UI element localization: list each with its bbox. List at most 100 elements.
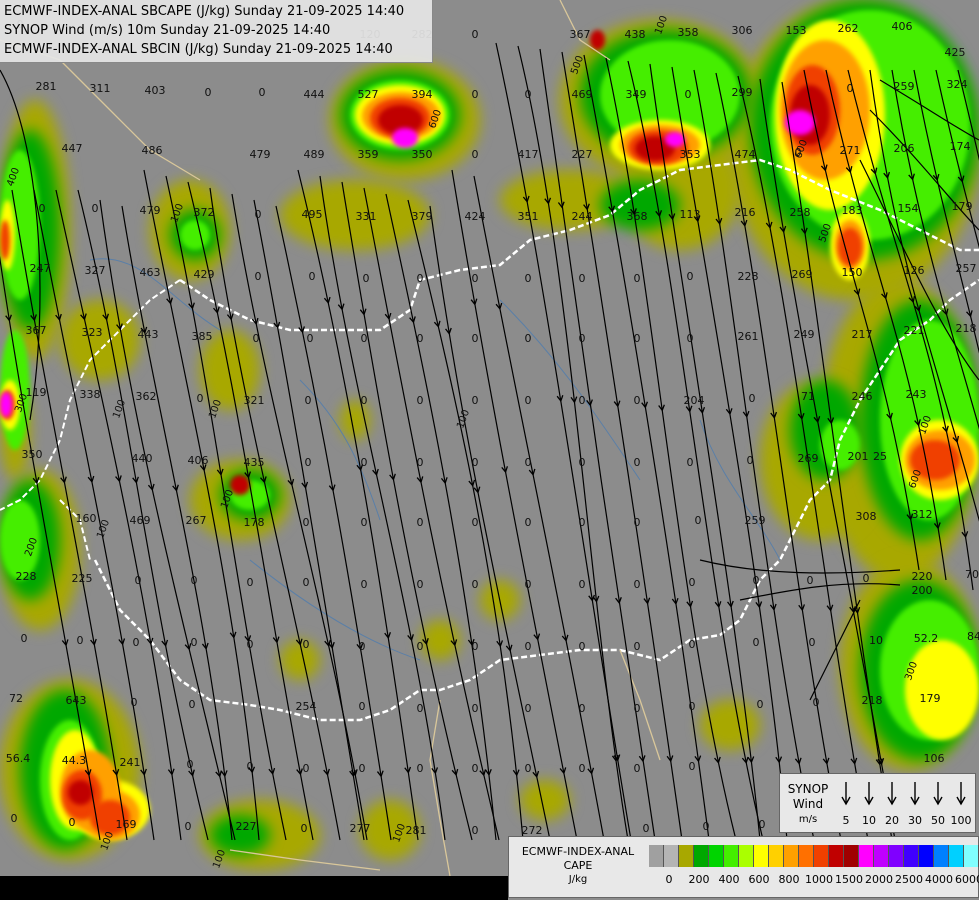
- cin-label: 0: [579, 272, 586, 285]
- cin-label: 0: [634, 640, 641, 653]
- cin-label: 0: [417, 394, 424, 407]
- cin-label: 353: [680, 148, 701, 161]
- cin-label: 479: [250, 148, 271, 161]
- wind-legend-subtitle: Wind: [792, 797, 824, 811]
- wind-legend-value: 20: [885, 814, 899, 827]
- cape-color-swatch: [649, 845, 664, 867]
- cin-label: 228: [16, 570, 37, 583]
- cin-label: 257: [956, 262, 977, 275]
- title-wind: SYNOP Wind (m/s) 10m Sunday 21-09-2025 1…: [4, 23, 331, 38]
- cin-label: 0: [813, 696, 820, 709]
- cin-label: 443: [138, 328, 159, 341]
- cin-label: 179: [952, 200, 973, 213]
- wind-arrow-icon: [887, 782, 897, 806]
- cin-label: 495: [302, 208, 323, 221]
- cin-label: 0: [634, 578, 641, 591]
- cin-label: 0: [259, 86, 266, 99]
- cape-color-swatch: [724, 845, 739, 867]
- cape-color-swatch: [814, 845, 829, 867]
- cin-label: 106: [924, 752, 945, 765]
- cin-label: 241: [120, 756, 141, 769]
- cin-label: 362: [136, 390, 157, 403]
- cin-label: 0: [472, 332, 479, 345]
- cin-label: 269: [798, 452, 819, 465]
- cape-color-swatch: [874, 845, 889, 867]
- wind-arrow-icon: [864, 782, 874, 806]
- cin-label: 0: [809, 636, 816, 649]
- cape-color-swatch: [889, 845, 904, 867]
- cin-label: 56.4: [6, 752, 31, 765]
- cin-label: 281: [36, 80, 57, 93]
- cin-label: 0: [303, 516, 310, 529]
- cin-label: 0: [525, 394, 532, 407]
- cin-label: 0: [255, 270, 262, 283]
- cin-label: 444: [304, 88, 325, 101]
- cin-label: 447: [62, 142, 83, 155]
- cin-label: 0: [689, 700, 696, 713]
- cin-label: 0: [303, 762, 310, 775]
- cin-label: 72: [9, 692, 23, 705]
- wind-legend-value: 5: [843, 814, 850, 827]
- cin-label: 0: [759, 818, 766, 831]
- cin-label: 429: [194, 268, 215, 281]
- wind-legend-value: 50: [931, 814, 945, 827]
- cin-label: 438: [625, 28, 646, 41]
- cape-color-swatch: [664, 845, 679, 867]
- cin-label: 0: [361, 456, 368, 469]
- cape-color-swatch: [694, 845, 709, 867]
- cin-label: 0: [863, 572, 870, 585]
- wind-arrow-icon: [841, 782, 851, 806]
- cin-label: 269: [792, 268, 813, 281]
- cin-label: 204: [684, 394, 705, 407]
- cin-label: 0: [305, 456, 312, 469]
- cin-label: 227: [572, 148, 593, 161]
- cin-label: 312: [912, 508, 933, 521]
- cin-label: 153: [786, 24, 807, 37]
- cape-legend: ECMWF-INDEX-ANAL CAPE J/kg 0 200 400 600 800…: [508, 836, 979, 898]
- cin-label: 527: [358, 88, 379, 101]
- cin-label: 0: [417, 640, 424, 653]
- cin-label: 0: [634, 332, 641, 345]
- cin-label: 0: [525, 578, 532, 591]
- cin-label: 0: [472, 272, 479, 285]
- cin-label: 0: [133, 636, 140, 649]
- cin-label: 225: [72, 572, 93, 585]
- cape-color-swatch: [949, 845, 964, 867]
- cin-label: 406: [892, 20, 913, 33]
- wind-legend-title: SYNOP: [787, 782, 829, 796]
- cin-label: 267: [186, 514, 207, 527]
- cin-label: 0: [363, 272, 370, 285]
- cin-label: 0: [472, 28, 479, 41]
- wind-arrow-icon: [933, 782, 943, 806]
- cin-label: 331: [356, 210, 377, 223]
- cin-label: 0: [77, 634, 84, 647]
- cin-label: 262: [838, 22, 859, 35]
- cin-label: 52.2: [914, 632, 939, 645]
- cin-label: 367: [26, 324, 47, 337]
- cin-label: 0: [525, 762, 532, 775]
- cin-label: 0: [525, 272, 532, 285]
- cape-color-swatch: [709, 845, 724, 867]
- cin-label: 0: [525, 516, 532, 529]
- cin-label: 0: [205, 86, 212, 99]
- cin-label: 0: [689, 638, 696, 651]
- cin-label: 0: [634, 516, 641, 529]
- cin-label: 358: [678, 26, 699, 39]
- cin-label: 281: [406, 824, 427, 837]
- cin-label: 424: [465, 210, 486, 223]
- cin-label: 220: [912, 570, 933, 583]
- cin-label: 0: [579, 578, 586, 591]
- cin-label: 440: [132, 452, 153, 465]
- cin-label: 271: [840, 144, 861, 157]
- cin-label: 0: [472, 516, 479, 529]
- cin-label: 0: [92, 202, 99, 215]
- cape-color-swatch: [679, 845, 694, 867]
- cin-label: 70: [965, 568, 979, 581]
- cin-label: 206: [894, 142, 915, 155]
- cin-label: 0: [417, 516, 424, 529]
- cin-label: 0: [131, 696, 138, 709]
- cin-label: 0: [695, 514, 702, 527]
- cape-color-swatch: [934, 845, 949, 867]
- wind-legend-label: SYNOP Wind m/s: [784, 782, 832, 827]
- cin-label: 126: [904, 264, 925, 277]
